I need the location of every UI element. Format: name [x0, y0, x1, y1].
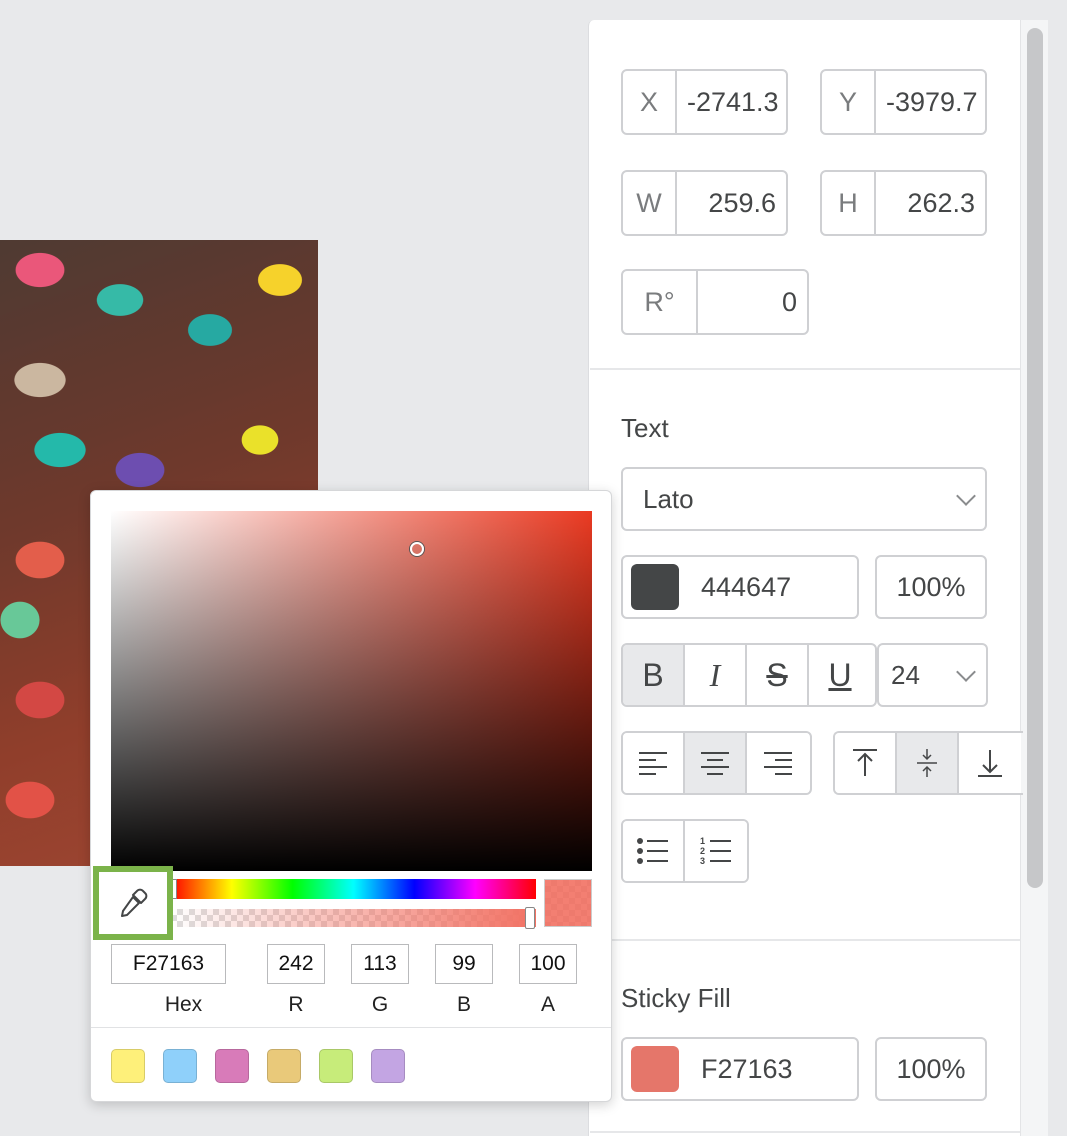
x-label: X — [623, 71, 677, 133]
a-label: A — [540, 993, 555, 1016]
vertical-align-group — [833, 731, 1023, 795]
preset-swatch-yellow[interactable] — [111, 1049, 145, 1083]
rotation-input[interactable]: 0 — [698, 271, 807, 333]
horizontal-align-group — [621, 731, 812, 795]
hex-label: Hex — [164, 993, 203, 1016]
underline-icon: U — [828, 656, 852, 693]
w-input[interactable]: 259.6 — [677, 172, 786, 234]
preset-swatch-orange[interactable] — [267, 1049, 301, 1083]
sticky-fill-swatch[interactable] — [631, 1046, 679, 1092]
section-divider — [590, 939, 1020, 941]
b-label: B — [456, 993, 471, 1016]
align-center-button[interactable] — [685, 733, 747, 793]
preset-swatch-purple[interactable] — [371, 1049, 405, 1083]
h-label: H — [822, 172, 876, 234]
a-input[interactable]: 100 — [519, 944, 577, 984]
font-size-value: 24 — [891, 659, 920, 690]
text-section-title: Text — [621, 413, 669, 443]
text-style-group: B I S U — [621, 643, 877, 707]
sticky-fill-hex[interactable]: F27163 — [701, 1054, 793, 1085]
italic-button[interactable]: I — [685, 645, 747, 705]
saturation-value-area[interactable] — [111, 511, 592, 871]
align-center-icon — [701, 752, 729, 775]
y-label: Y — [822, 71, 876, 133]
sticky-fill-color-field[interactable]: F27163 — [621, 1037, 859, 1101]
eyedropper-icon — [121, 888, 148, 917]
section-divider — [590, 368, 1020, 370]
strikethrough-button[interactable]: S — [747, 645, 809, 705]
hue-slider[interactable] — [171, 879, 536, 899]
rotation-field[interactable]: R° 0 — [621, 269, 809, 335]
sticky-fill-opacity-field[interactable]: 100% — [875, 1037, 987, 1101]
font-family-value: Lato — [643, 483, 694, 514]
text-color-hex[interactable]: 444647 — [701, 572, 791, 603]
alpha-slider-handle[interactable] — [525, 907, 535, 929]
w-label: W — [623, 172, 677, 234]
preset-swatch-blue[interactable] — [163, 1049, 197, 1083]
sticky-fill-title: Sticky Fill — [621, 983, 731, 1013]
r-label: R — [288, 993, 304, 1016]
r-input[interactable]: 242 — [267, 944, 325, 984]
w-field[interactable]: W 259.6 — [621, 170, 788, 236]
scrollbar-thumb[interactable] — [1027, 28, 1043, 888]
text-color-field[interactable]: 444647 — [621, 555, 859, 619]
text-color-swatch[interactable] — [631, 564, 679, 610]
bold-icon: B — [642, 656, 664, 693]
y-field[interactable]: Y -3979.7 — [820, 69, 987, 135]
chevron-down-icon — [956, 486, 976, 506]
y-input[interactable]: -3979.7 — [876, 71, 985, 133]
color-picker-popup: F27163 242 113 99 100 Hex R G B A — [90, 490, 612, 1102]
preset-swatch-pink[interactable] — [215, 1049, 249, 1083]
valign-middle-button[interactable] — [897, 733, 959, 793]
text-opacity-value: 100% — [896, 571, 966, 602]
sticky-fill-opacity-value: 100% — [896, 1053, 966, 1084]
svg-text:3: 3 — [700, 856, 705, 866]
rotation-label: R° — [623, 271, 698, 333]
align-right-icon — [764, 752, 792, 775]
underline-button[interactable]: U — [809, 645, 871, 705]
x-input[interactable]: -2741.3 — [677, 71, 786, 133]
preset-swatch-green[interactable] — [319, 1049, 353, 1083]
valign-bottom-button[interactable] — [959, 733, 1021, 793]
section-divider — [590, 1131, 1020, 1133]
valign-bottom-icon — [978, 750, 1002, 777]
eyedropper-button[interactable] — [93, 866, 173, 940]
text-opacity-field[interactable]: 100% — [875, 555, 987, 619]
picker-divider — [91, 1027, 611, 1028]
x-field[interactable]: X -2741.3 — [621, 69, 788, 135]
alpha-slider[interactable] — [171, 909, 536, 927]
numbered-list-button[interactable]: 123 — [685, 821, 747, 881]
valign-middle-icon — [917, 749, 937, 777]
hex-input[interactable]: F27163 — [111, 944, 226, 984]
bullet-list-icon — [637, 838, 668, 864]
svg-text:1: 1 — [700, 836, 705, 846]
align-left-icon — [639, 752, 667, 775]
align-right-button[interactable] — [747, 733, 809, 793]
bold-button[interactable]: B — [623, 645, 685, 705]
strikethrough-icon: S — [766, 656, 788, 693]
valign-top-button[interactable] — [835, 733, 897, 793]
b-input[interactable]: 99 — [435, 944, 493, 984]
saturation-value-handle[interactable] — [410, 542, 424, 556]
g-input[interactable]: 113 — [351, 944, 409, 984]
align-left-button[interactable] — [623, 733, 685, 793]
valign-top-icon — [853, 749, 877, 776]
g-label: G — [371, 993, 389, 1016]
italic-icon: I — [709, 656, 721, 693]
h-input[interactable]: 262.3 — [876, 172, 985, 234]
font-family-dropdown[interactable]: Lato — [621, 467, 987, 531]
chevron-down-icon — [956, 662, 976, 682]
list-group: 123 — [621, 819, 749, 883]
numbered-list-icon: 123 — [700, 836, 731, 866]
font-size-dropdown[interactable]: 24 — [877, 643, 988, 707]
bullet-list-button[interactable] — [623, 821, 685, 881]
color-preview — [544, 879, 592, 927]
svg-text:2: 2 — [700, 846, 705, 856]
h-field[interactable]: H 262.3 — [820, 170, 987, 236]
